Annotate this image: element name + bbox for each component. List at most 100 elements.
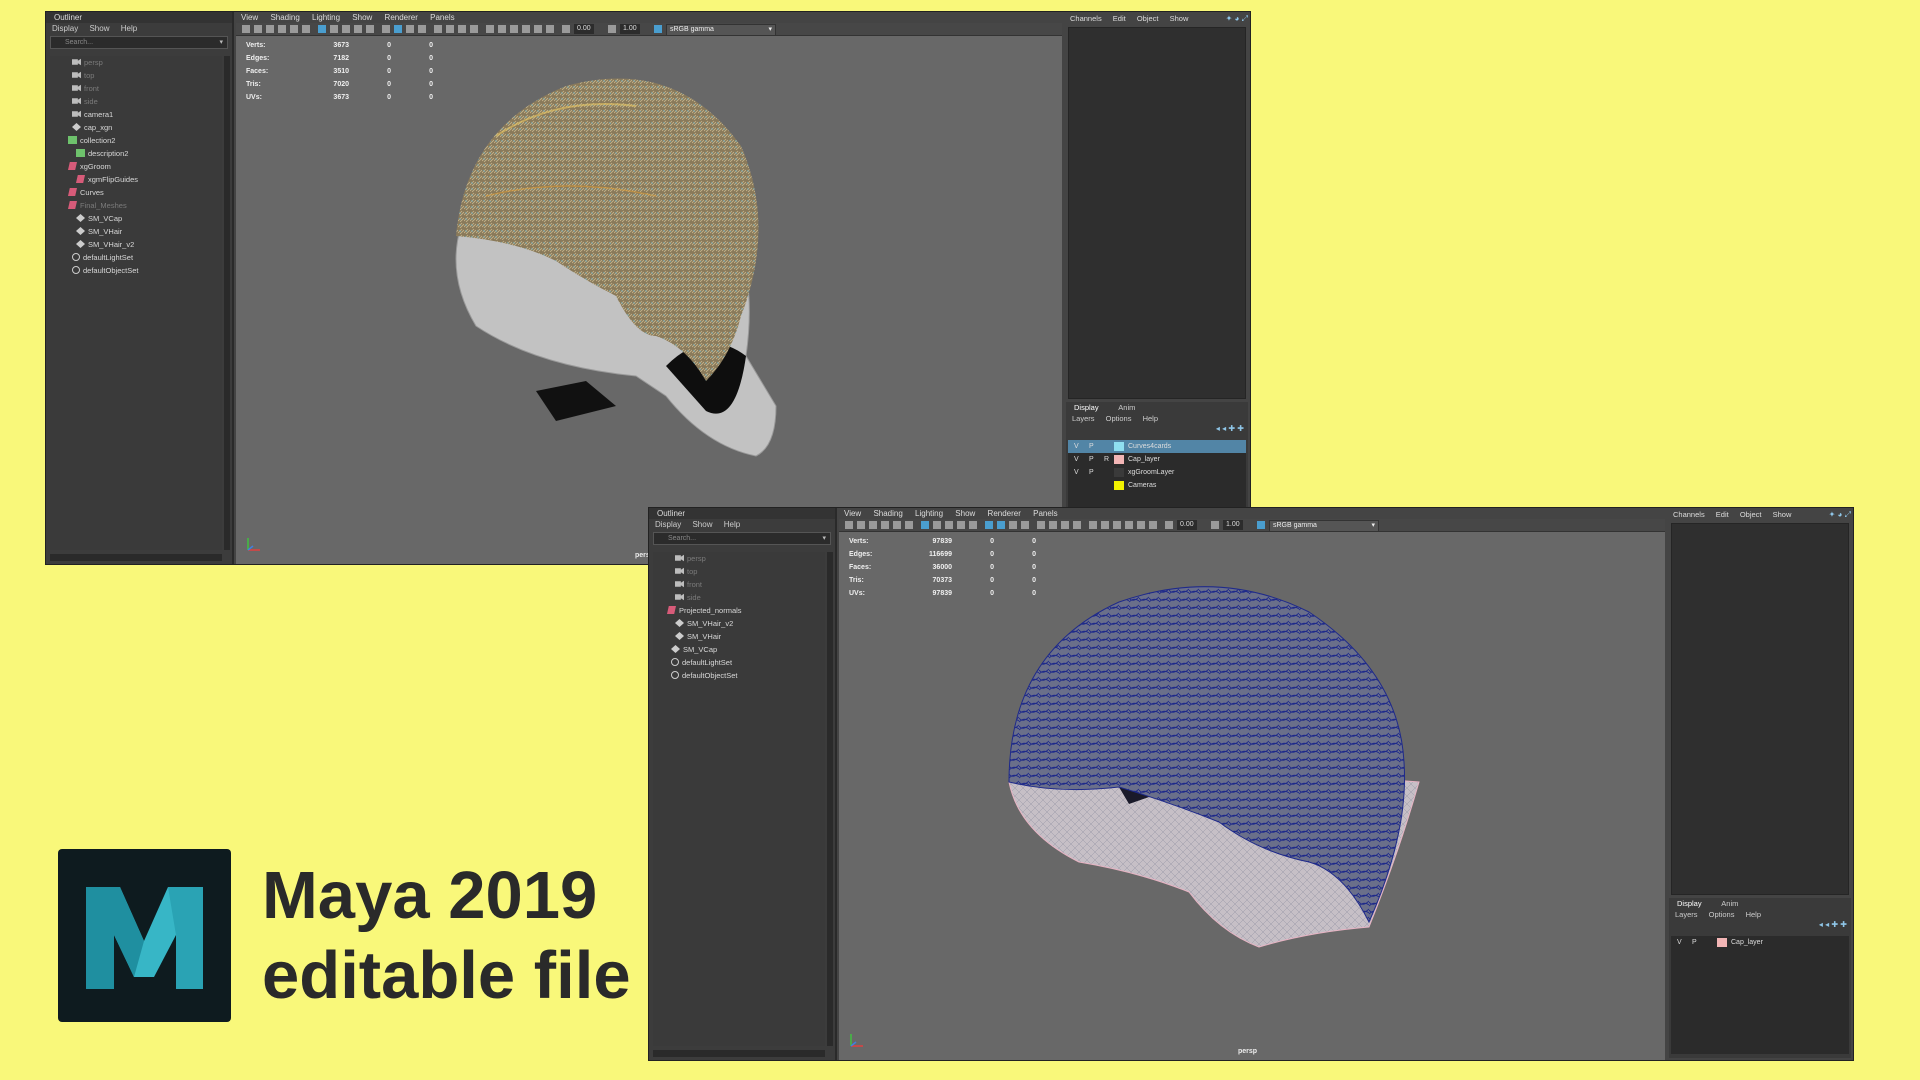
outliner-item[interactable]: SM_VHair	[653, 630, 825, 643]
bookmark-icon[interactable]	[266, 25, 274, 33]
hud-icon[interactable]	[486, 25, 494, 33]
resolution-gate-icon[interactable]	[1061, 521, 1069, 529]
color-management-icon[interactable]	[654, 25, 662, 33]
menu-renderer[interactable]: Renderer	[385, 13, 418, 22]
panel-toggle-icons[interactable]: ✦ ◕ ⤢	[1829, 510, 1851, 520]
outliner-item[interactable]: SM_VCap	[653, 643, 825, 656]
outliner-item[interactable]: top	[653, 565, 825, 578]
layer-color-swatch[interactable]	[1114, 468, 1124, 477]
isolate-icon[interactable]	[997, 521, 1005, 529]
lock-icon[interactable]	[1113, 521, 1121, 529]
wireframe-icon[interactable]	[921, 521, 929, 529]
menu-show[interactable]: Show	[352, 13, 372, 22]
viewport-panel[interactable]: View Shading Lighting Show Renderer Pane…	[236, 12, 1062, 564]
menu-show[interactable]: Show	[1170, 14, 1189, 23]
exposure-field[interactable]: 0.00	[574, 24, 594, 34]
smooth-shade-icon[interactable]	[330, 25, 338, 33]
tab-anim[interactable]: Anim	[1721, 899, 1738, 908]
layer-toggle-p[interactable]: P	[1089, 466, 1094, 479]
layer-toggle-v[interactable]: V	[1074, 453, 1079, 466]
depth-of-field-icon[interactable]	[434, 25, 442, 33]
outliner-item[interactable]: defaultLightSet	[50, 251, 222, 264]
textured-icon[interactable]	[342, 25, 350, 33]
isolate-select-icon[interactable]	[546, 25, 554, 33]
lock-icon[interactable]	[510, 25, 518, 33]
tab-anim[interactable]: Anim	[1118, 403, 1135, 412]
menu-show[interactable]: Show	[692, 520, 712, 529]
exposure-icon[interactable]	[562, 25, 570, 33]
tab-display[interactable]: Display	[1677, 899, 1702, 908]
menu-help[interactable]: Help	[1746, 910, 1761, 919]
menu-shading[interactable]: Shading	[873, 509, 902, 518]
menu-show[interactable]: Show	[955, 509, 975, 518]
outliner-item[interactable]: xgGroom	[50, 160, 222, 173]
shadows-icon[interactable]	[969, 521, 977, 529]
isolate-select-icon[interactable]	[1149, 521, 1157, 529]
outliner-vscrollbar[interactable]	[224, 56, 230, 550]
camera-attributes-icon[interactable]	[857, 521, 865, 529]
outliner-search-input[interactable]: Search... ▾	[653, 532, 831, 545]
layer-toggle-v[interactable]: V	[1074, 440, 1079, 453]
menu-help[interactable]: Help	[724, 520, 740, 529]
outliner-item[interactable]: SM_VHair_v2	[50, 238, 222, 251]
menu-panels[interactable]: Panels	[430, 13, 454, 22]
menu-layers[interactable]: Layers	[1072, 414, 1095, 423]
film-gate-icon[interactable]	[905, 521, 913, 529]
layer-color-swatch[interactable]	[1114, 455, 1124, 464]
outliner-item[interactable]: persp	[50, 56, 222, 69]
textured-icon[interactable]	[945, 521, 953, 529]
outliner-item[interactable]: Curves	[50, 186, 222, 199]
camera-select-icon[interactable]	[242, 25, 250, 33]
lights-icon[interactable]	[957, 521, 965, 529]
menu-channels[interactable]: Channels	[1070, 14, 1102, 23]
hair-cards-wireframe[interactable]	[839, 532, 1665, 1060]
menu-options[interactable]: Options	[1709, 910, 1735, 919]
antialias-icon[interactable]	[1021, 521, 1029, 529]
menu-display[interactable]: Display	[655, 520, 681, 529]
viewport-panel[interactable]: View Shading Lighting Show Renderer Pane…	[839, 508, 1665, 1060]
bookmark-icon[interactable]	[869, 521, 877, 529]
exposure-field[interactable]: 0.00	[1177, 520, 1197, 530]
xray-icon[interactable]	[985, 521, 993, 529]
camera-attributes-icon[interactable]	[254, 25, 262, 33]
menu-show[interactable]: Show	[89, 24, 109, 33]
gate-mask-icon[interactable]	[1137, 521, 1145, 529]
panel-toggle-icons[interactable]: ✦ ◕ ⤢	[1226, 14, 1248, 24]
outliner-item[interactable]: front	[653, 578, 825, 591]
channel-box-area[interactable]	[1671, 523, 1849, 895]
outliner-hscrollbar[interactable]	[653, 1050, 825, 1057]
outliner-item[interactable]: defaultObjectSet	[50, 264, 222, 277]
outliner-item[interactable]: xgmFlipGuides	[50, 173, 222, 186]
layer-color-swatch[interactable]	[1114, 481, 1124, 490]
layer-row[interactable]: V P Curves4cards	[1068, 440, 1246, 453]
outliner-item[interactable]: defaultLightSet	[653, 656, 825, 669]
hud-icon[interactable]	[1089, 521, 1097, 529]
colorspace-select[interactable]: sRGB gamma ▾	[666, 24, 776, 36]
resolution-gate-icon[interactable]	[458, 25, 466, 33]
outliner-item[interactable]: Projected_normals	[653, 604, 825, 617]
chevron-down-icon[interactable]: ▾	[822, 533, 826, 544]
layer-toggle-v[interactable]: V	[1677, 936, 1682, 949]
outliner-item[interactable]: side	[50, 95, 222, 108]
outliner-item[interactable]: collection2	[50, 134, 222, 147]
layer-action-icons[interactable]: ◂ ◂ ✚ ✚	[1669, 920, 1851, 932]
gamma-icon[interactable]	[608, 25, 616, 33]
outliner-item[interactable]: top	[50, 69, 222, 82]
gamma-field[interactable]: 1.00	[1223, 520, 1243, 530]
film-gate-icon[interactable]	[302, 25, 310, 33]
layer-toggle-v[interactable]: V	[1074, 466, 1079, 479]
menu-help[interactable]: Help	[121, 24, 137, 33]
layer-row[interactable]: Cameras	[1068, 479, 1246, 492]
outliner-item[interactable]: side	[653, 591, 825, 604]
outliner-item[interactable]: SM_VHair_v2	[653, 617, 825, 630]
grid-icon[interactable]	[893, 521, 901, 529]
color-management-icon[interactable]	[1257, 521, 1265, 529]
outliner-item[interactable]: defaultObjectSet	[653, 669, 825, 682]
menu-object[interactable]: Object	[1740, 510, 1762, 519]
smooth-shade-icon[interactable]	[933, 521, 941, 529]
outliner-item[interactable]: description2	[50, 147, 222, 160]
antialias-icon[interactable]	[418, 25, 426, 33]
depth-of-field-icon[interactable]	[1037, 521, 1045, 529]
layer-color-swatch[interactable]	[1717, 938, 1727, 947]
layer-toggle-r[interactable]: R	[1104, 453, 1109, 466]
